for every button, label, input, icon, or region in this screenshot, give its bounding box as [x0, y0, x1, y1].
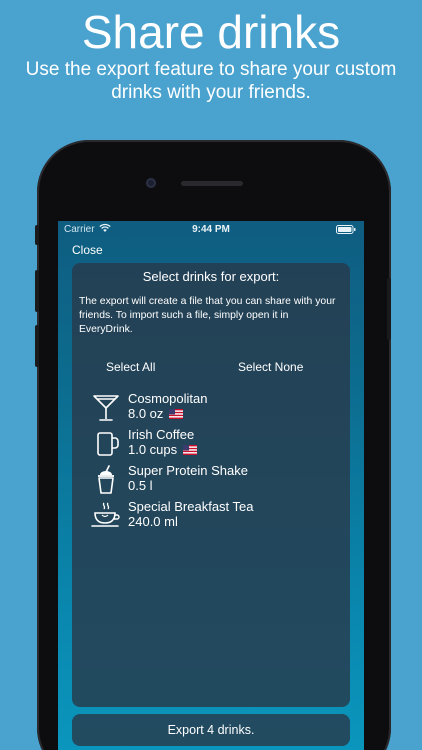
drink-amount-row: 1.0 cups	[128, 442, 197, 457]
status-bar: Carrier 9:44 PM	[58, 221, 364, 237]
drink-name: Cosmopolitan	[128, 391, 208, 406]
export-button[interactable]: Export 4 drinks.	[72, 714, 350, 746]
promo-subtitle: Use the export feature to share your cus…	[25, 59, 397, 103]
phone-volume-up-button	[35, 270, 39, 312]
shake-cup-icon	[98, 465, 114, 494]
export-description: The export will create a file that you c…	[79, 296, 336, 335]
drink-item-cosmopolitan[interactable]: Cosmopolitan 8.0 oz	[90, 391, 330, 425]
drink-name: Special Breakfast Tea	[128, 499, 254, 514]
drink-amount: 8.0 oz	[128, 406, 164, 421]
export-panel: Select drinks for export: The export wil…	[72, 263, 350, 707]
app-screen: Carrier 9:44 PM Close Select drinks for …	[58, 221, 364, 750]
drink-item-special-breakfast-tea[interactable]: Special Breakfast Tea 240.0 ml	[90, 499, 330, 533]
select-none-button[interactable]: Select None	[238, 360, 303, 374]
drink-amount: 1.0 cups	[128, 442, 178, 457]
close-button[interactable]: Close	[72, 243, 103, 257]
phone-silent-switch	[35, 225, 39, 245]
drink-item-super-protein-shake[interactable]: Super Protein Shake 0.5 l	[90, 463, 330, 497]
us-flag-icon	[169, 409, 184, 419]
teacup-icon	[91, 502, 120, 527]
drink-item-irish-coffee[interactable]: Irish Coffee 1.0 cups	[90, 427, 330, 461]
cocktail-glass-icon	[93, 395, 119, 421]
us-flag-icon	[182, 445, 197, 455]
drink-name: Super Protein Shake	[128, 463, 248, 478]
select-all-button[interactable]: Select All	[106, 360, 155, 374]
drink-amount: 240.0 ml	[128, 514, 178, 529]
panel-title: Select drinks for export:	[142, 269, 280, 284]
phone-volume-down-button	[35, 325, 39, 367]
earpiece-speaker	[181, 181, 243, 186]
front-camera	[146, 178, 156, 188]
mug-icon	[97, 432, 119, 456]
drink-name: Irish Coffee	[128, 427, 195, 442]
drink-amount: 0.5 l	[128, 478, 153, 493]
drink-amount-row: 8.0 oz	[128, 406, 184, 421]
status-time: 9:44 PM	[192, 224, 230, 235]
phone-power-button	[387, 278, 391, 340]
battery-icon	[336, 225, 356, 234]
promo-title: Share drinks	[81, 6, 341, 58]
